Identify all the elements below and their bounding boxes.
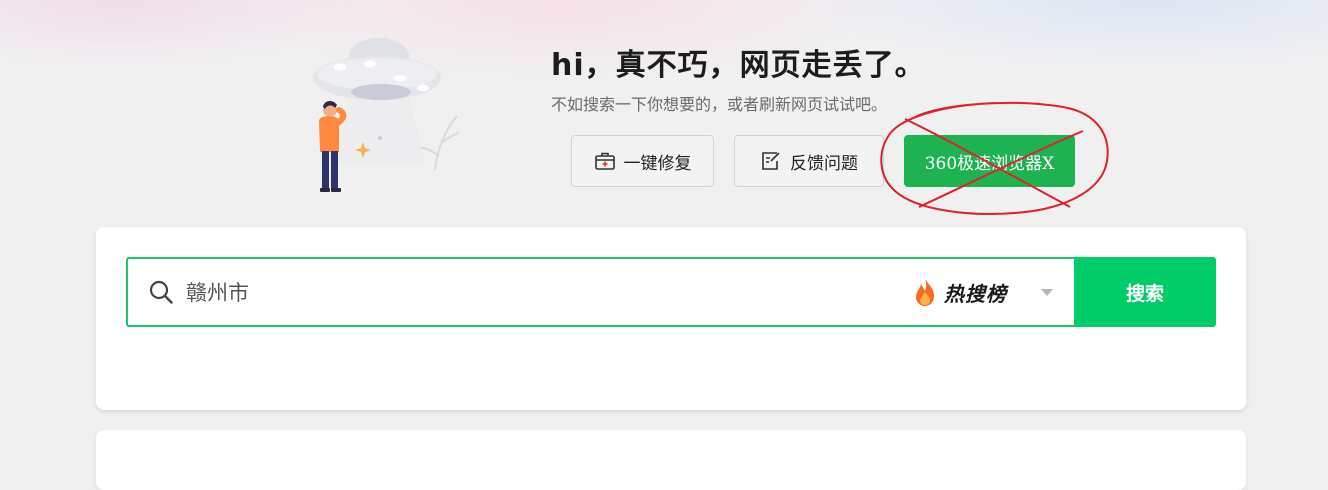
search-input[interactable]: [186, 274, 846, 310]
error-subtitle: 不如搜索一下你想要的，或者刷新网页试试吧。: [551, 95, 888, 114]
ufo-person-illustration: [313, 38, 460, 192]
repair-label: 一键修复: [623, 153, 692, 174]
hot-list-label: 热搜榜: [944, 281, 1007, 306]
one-click-repair-button[interactable]: 一键修复: [571, 135, 714, 187]
feedback-label: 反馈问题: [790, 153, 858, 174]
flame-icon: [916, 278, 934, 306]
search-icon: [149, 280, 173, 304]
edit-note-icon: [760, 150, 782, 172]
feedback-button[interactable]: 反馈问题: [734, 135, 884, 187]
error-title: hi，真不巧，网页走丢了。: [551, 48, 926, 83]
content-card: [96, 430, 1246, 490]
search-button-label: 搜索: [1125, 282, 1164, 305]
caret-down-icon[interactable]: [1041, 289, 1053, 297]
search-button[interactable]: 搜索: [1074, 257, 1216, 327]
browser-label: 360极速浏览器X: [924, 153, 1055, 174]
first-aid-kit-icon: [594, 150, 616, 172]
browser-download-button[interactable]: 360极速浏览器X: [904, 135, 1075, 187]
hot-list-selector[interactable]: 热搜榜: [912, 276, 1007, 308]
